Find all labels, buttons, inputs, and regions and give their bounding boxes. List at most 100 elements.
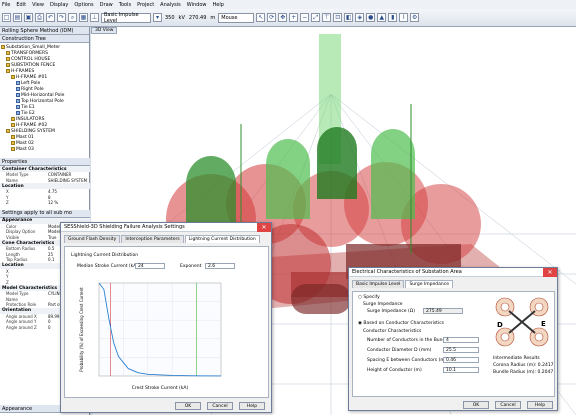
- tab-lightning-current-distribution[interactable]: Lightning Current Distribution: [184, 235, 260, 243]
- conductor-param-input[interactable]: 4: [443, 337, 479, 343]
- property-key: Angle around Z: [6, 324, 37, 330]
- tree-item[interactable]: Mast 03: [1, 146, 88, 152]
- conductor-param-input[interactable]: 25.5: [443, 347, 479, 353]
- tab-ground-flash-density[interactable]: Ground Flash Density: [64, 235, 121, 243]
- dialog1-ok-button[interactable]: OK: [175, 402, 201, 410]
- component-icon: [16, 105, 20, 109]
- menu-item-window[interactable]: Window: [187, 2, 207, 8]
- component-icon: [16, 81, 20, 85]
- redo-icon[interactable]: ↷: [57, 13, 66, 22]
- construction-tree: Substation_Small_Meter TRANSFORMERS CONTRO…: [0, 43, 89, 153]
- folder-icon: [6, 51, 10, 55]
- conductor-param-input[interactable]: 0.46: [443, 357, 479, 363]
- tree-item-label: CONTROL HOUSE: [11, 56, 51, 62]
- menu-item-display[interactable]: Display: [50, 2, 68, 8]
- conductor-param-input[interactable]: 10.1: [443, 367, 479, 373]
- sphere-icon[interactable]: ●: [366, 13, 376, 22]
- exponent-input[interactable]: 2.6: [205, 263, 235, 269]
- menu-item-options[interactable]: Options: [74, 2, 93, 8]
- tree-item-label: Top Horizontal Pole: [21, 98, 64, 104]
- conductor-param-label: Height of Conductor (m): [367, 368, 422, 373]
- dialog2-help-button[interactable]: Help: [527, 401, 553, 409]
- menu-item-edit[interactable]: Edit: [16, 2, 26, 8]
- mouse-unit: m: [210, 14, 216, 21]
- zoom-icon[interactable]: ⌕: [68, 13, 77, 22]
- based-radio[interactable]: ◉ Based on Conductor Characteristics: [358, 321, 444, 326]
- tree-item-label: Left Pole: [21, 80, 41, 86]
- tab-basic-impulse-level[interactable]: Basic Impulse Level: [352, 280, 405, 288]
- folder-icon: [1, 45, 5, 49]
- electrical-characteristics-dialog: Electrical Characteristics of Substation…: [348, 267, 558, 411]
- tree-item-label: TRANSFORMERS: [11, 50, 48, 56]
- property-key: Visible: [6, 234, 20, 240]
- menu-item-help[interactable]: Help: [213, 2, 224, 8]
- open-folder-icon[interactable]: ▤: [13, 13, 22, 22]
- dialog1-help-button[interactable]: Help: [239, 402, 265, 410]
- mode-select[interactable]: Mouse: [218, 12, 255, 23]
- pointer-icon[interactable]: ↖: [256, 13, 266, 22]
- pan-icon[interactable]: ✥: [278, 13, 288, 22]
- menu-item-project[interactable]: Project: [137, 2, 154, 8]
- fit-view-icon[interactable]: ⤢: [311, 13, 321, 22]
- property-value: SHIELDING SYSTEM: [48, 177, 88, 183]
- dialog2-title: Electrical Characteristics of Substation…: [349, 268, 557, 277]
- tab-surge-impedance[interactable]: Surge Impedance: [405, 280, 454, 288]
- shielding-settings-dialog: SESShield-3D Shielding Failure Analysis …: [60, 222, 272, 413]
- menu-item-tools[interactable]: Tools: [119, 2, 131, 8]
- folder-icon: [6, 63, 10, 67]
- tab-interception-parameters[interactable]: Interception Parameters: [121, 235, 184, 243]
- corona-radius: Corona Radius (m): 0.2417: [493, 363, 554, 368]
- dialog2-ok-button[interactable]: OK: [463, 401, 489, 409]
- settings-icon[interactable]: ⚙: [410, 13, 420, 22]
- undo-icon[interactable]: ↶: [46, 13, 55, 22]
- menu-item-analysis[interactable]: Analysis: [160, 2, 181, 8]
- toolbar: □ ▤ ▣ ⎙ ↶ ↷ ⌕ ▦ ⊥ Basic Impulse Level ▾ …: [0, 9, 576, 27]
- y-axis-label: Probability (%) of Exceeding Crest Curre…: [79, 287, 84, 372]
- top-view-icon[interactable]: ⊤: [322, 13, 332, 22]
- tree-item-label: Mid-Horizontal Pole: [21, 92, 65, 98]
- lcd-group-label: Lightning Current Distribution: [71, 253, 139, 258]
- close-icon[interactable]: ✕: [543, 268, 557, 277]
- wire-icon[interactable]: ⌇: [399, 13, 409, 22]
- measure-icon[interactable]: ⊥: [90, 13, 99, 22]
- print-icon[interactable]: ⎙: [35, 13, 44, 22]
- level-select[interactable]: Basic Impulse Level: [101, 12, 151, 24]
- tree-item-label: SHIELDING SYSTEM: [11, 128, 55, 134]
- tree-left-label: Rolling Sphere Method (IDM): [0, 27, 89, 35]
- median-input[interactable]: 24: [135, 263, 165, 269]
- menu-item-file[interactable]: File: [2, 2, 10, 8]
- zoom-in-icon[interactable]: +: [289, 13, 299, 22]
- cylinder-icon[interactable]: ▮: [388, 13, 398, 22]
- specify-radio[interactable]: ○ Specify: [358, 295, 380, 300]
- dialog2-tabs: Basic Impulse Level Surge Impedance: [349, 277, 557, 288]
- side-view-icon[interactable]: ◧: [344, 13, 354, 22]
- rotate-icon[interactable]: ⟳: [267, 13, 277, 22]
- new-file-icon[interactable]: □: [2, 13, 11, 22]
- save-icon[interactable]: ▣: [24, 13, 33, 22]
- green-dome-2: [317, 127, 357, 199]
- surge-input[interactable]: 275.49: [423, 308, 463, 314]
- tree-item-label: SUBSTATION FENCE: [11, 62, 56, 68]
- menu-bar: File Edit View Display Options Draw Tools Proje…: [0, 0, 576, 9]
- cone-icon[interactable]: ▲: [377, 13, 387, 22]
- settings-line: Settings apply to all sub mo: [0, 209, 90, 218]
- property-row[interactable]: Z 12 %: [0, 200, 90, 206]
- dialog1-title: SESShield-3D Shielding Failure Analysis …: [61, 223, 271, 232]
- close-icon[interactable]: ✕: [257, 223, 271, 232]
- front-view-icon[interactable]: ⊡: [333, 13, 343, 22]
- tab-3d-view[interactable]: 3D View: [91, 27, 118, 34]
- folder-icon: [11, 147, 15, 151]
- component-icon: [16, 93, 20, 97]
- iso-view-icon[interactable]: ◈: [355, 13, 365, 22]
- green-dome-wire: [186, 156, 236, 229]
- exponent-label: Exponent: [180, 264, 202, 269]
- dialog1-cancel-button[interactable]: Cancel: [207, 402, 233, 410]
- dialog2-cancel-button[interactable]: Cancel: [495, 401, 521, 409]
- chevron-down-icon[interactable]: ▾: [153, 13, 162, 22]
- property-row[interactable]: Name SHIELDING SYSTEM: [0, 178, 90, 184]
- menu-item-draw[interactable]: Draw: [100, 2, 113, 8]
- zoom-out-icon[interactable]: −: [300, 13, 310, 22]
- grid-icon[interactable]: ▦: [79, 13, 88, 22]
- property-key: Name: [6, 177, 18, 183]
- menu-item-view[interactable]: View: [32, 2, 44, 8]
